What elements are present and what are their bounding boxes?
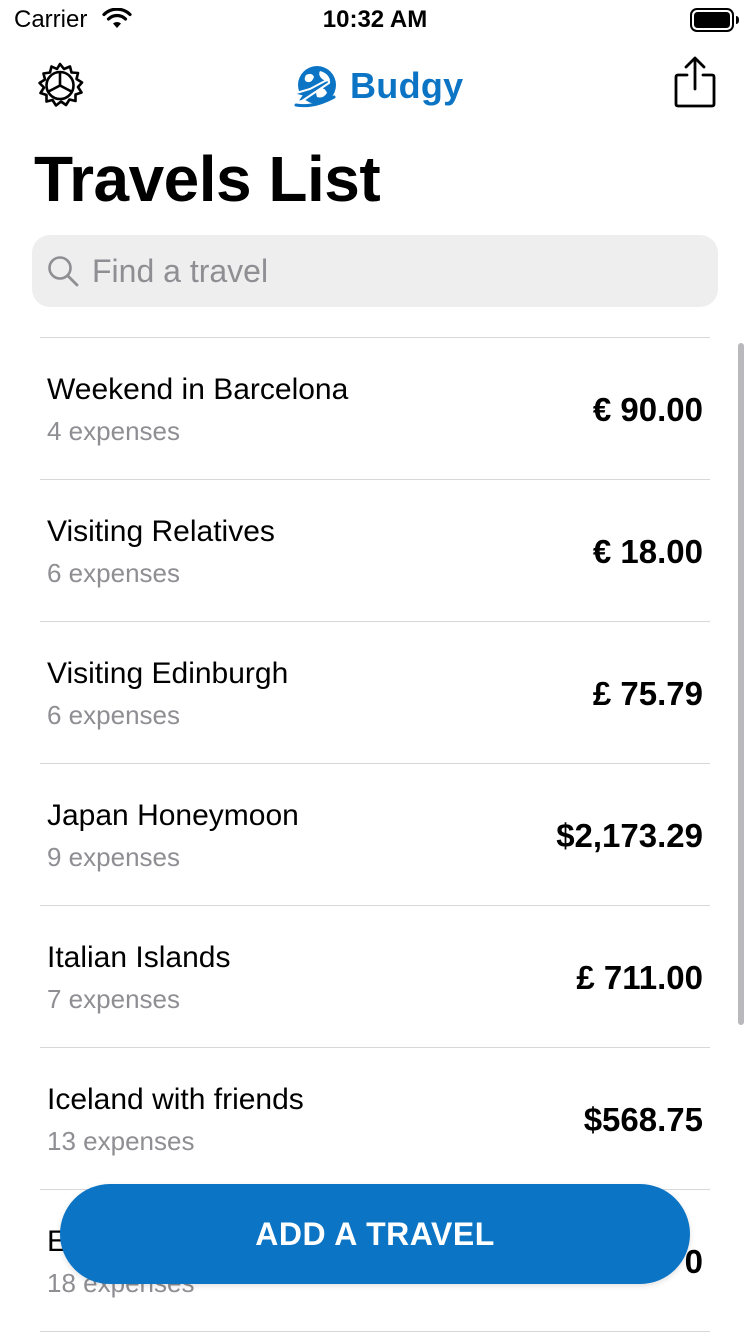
travel-row[interactable]: Weekend in Barcelona 4 expenses € 90.00 xyxy=(40,338,710,480)
travel-expense-count: 6 expenses xyxy=(47,558,180,588)
add-travel-button[interactable]: ADD A TRAVEL xyxy=(60,1184,690,1284)
share-icon[interactable] xyxy=(672,56,718,110)
travel-expense-count: 13 expenses xyxy=(47,1126,195,1156)
travel-name: Japan Honeymoon xyxy=(47,799,299,832)
scrollbar[interactable] xyxy=(738,343,744,1025)
travel-name: Italian Islands xyxy=(47,941,231,974)
travel-row[interactable]: Italian Islands 7 expenses £ 711.00 xyxy=(40,906,710,1048)
search-icon xyxy=(48,256,79,287)
page-title: Travels List xyxy=(34,143,381,215)
travel-name: Weekend in Barcelona xyxy=(47,373,349,406)
travel-list: Weekend in Barcelona 4 expenses € 90.00 … xyxy=(40,337,710,1332)
travel-row[interactable]: Visiting Edinburgh 6 expenses £ 75.79 xyxy=(40,622,710,764)
battery-icon xyxy=(690,8,739,32)
travel-row[interactable]: Iceland with friends 13 expenses $568.75 xyxy=(40,1048,710,1190)
travel-total-amount: € 90.00 xyxy=(592,391,703,428)
travel-name: Visiting Edinburgh xyxy=(47,657,289,690)
travel-expense-count: 9 expenses xyxy=(47,842,180,872)
search-input[interactable] xyxy=(92,252,692,290)
travel-total-amount: € 18.00 xyxy=(592,533,703,570)
travels-list-screen: Carrier 10:32 AM Budgy Travels List Find… xyxy=(0,0,750,1334)
settings-gear-icon[interactable] xyxy=(34,60,86,112)
brand-name: Budgy xyxy=(350,65,464,106)
travel-total-amount: £ 711.00 xyxy=(576,959,703,996)
travel-expense-count: 4 expenses xyxy=(47,416,180,446)
travel-total-amount: $2,173.29 xyxy=(556,817,703,854)
globe-plane-logo xyxy=(290,66,336,108)
status-bar: Carrier 10:32 AM xyxy=(0,0,750,40)
status-time: 10:32 AM xyxy=(322,6,428,33)
search-bar[interactable] xyxy=(32,235,718,307)
travel-row[interactable]: Japan Honeymoon 9 expenses $2,173.29 xyxy=(40,764,710,906)
travel-expense-count: 6 expenses xyxy=(47,700,180,730)
brand: Budgy xyxy=(290,58,464,114)
travel-total-amount: $568.75 xyxy=(583,1101,703,1138)
travel-name: Visiting Relatives xyxy=(47,515,275,548)
travel-row[interactable]: Visiting Relatives 6 expenses € 18.00 xyxy=(40,480,710,622)
travel-expense-count: 7 expenses xyxy=(47,984,180,1014)
travel-name: Iceland with friends xyxy=(47,1083,304,1116)
travel-total-amount: £ 75.79 xyxy=(592,675,703,712)
